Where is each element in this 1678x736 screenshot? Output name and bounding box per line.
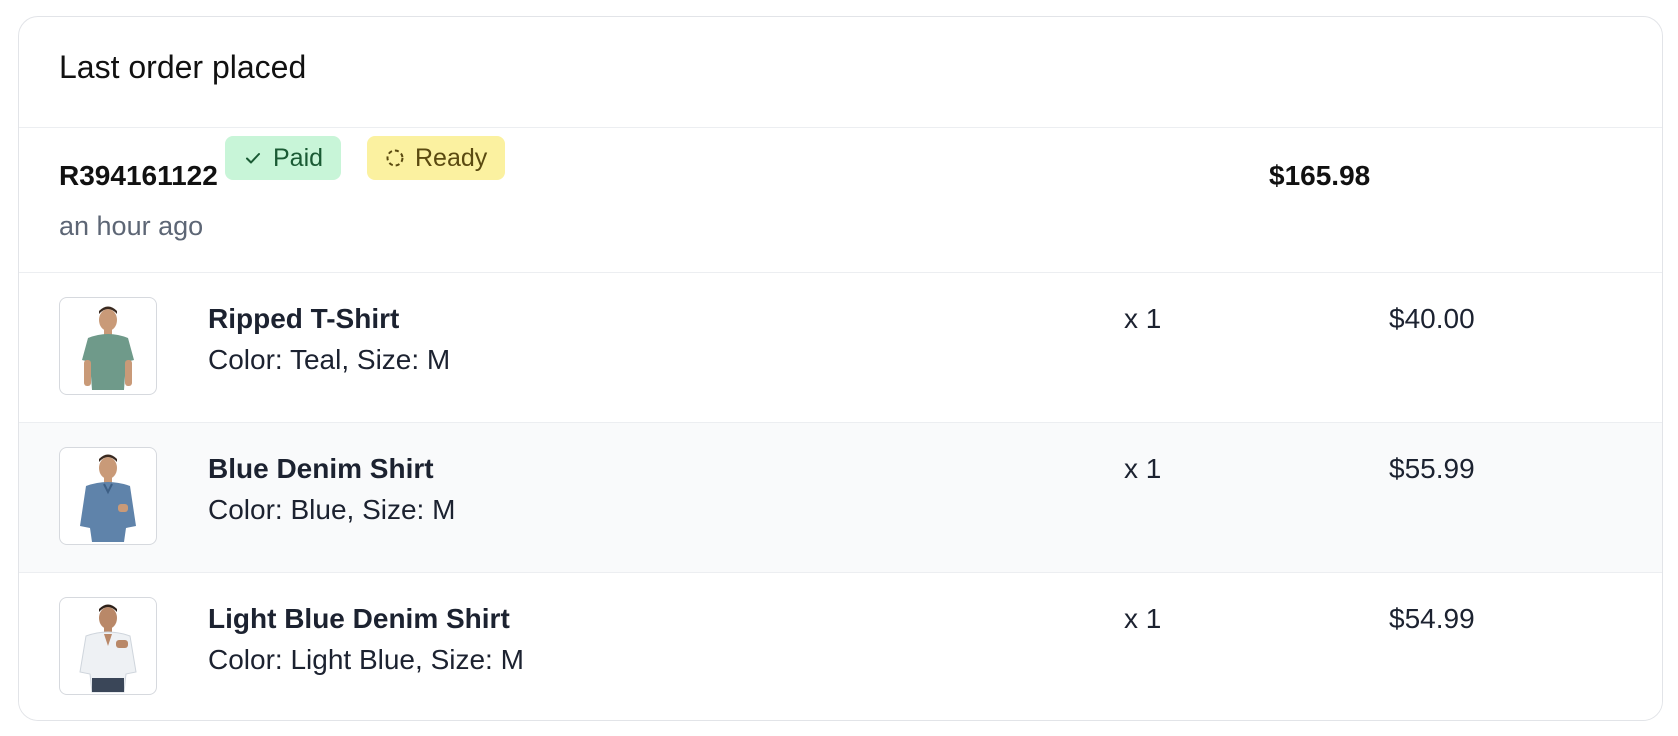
check-icon xyxy=(246,153,260,164)
item-price: $40.00 xyxy=(1389,303,1475,334)
person-in-shirt-icon xyxy=(79,604,137,693)
item-name[interactable]: Light Blue Denim Shirt xyxy=(208,603,510,635)
paid-badge-label: Paid xyxy=(273,143,324,172)
item-variant: Color: Blue, Size: M xyxy=(208,494,456,525)
order-item-row[interactable]: Blue Denim Shirt Color: Blue, Size: M x … xyxy=(19,423,1662,573)
item-variant: Color: Light Blue, Size: M xyxy=(208,644,524,675)
ready-status-badge: Ready xyxy=(367,136,506,180)
item-quantity: x 1 xyxy=(1124,603,1162,634)
order-item-row[interactable]: Light Blue Denim Shirt Color: Light Blue… xyxy=(19,573,1662,720)
order-time: an hour ago xyxy=(59,211,204,241)
product-thumbnail[interactable] xyxy=(59,447,157,545)
paid-status-badge: Paid xyxy=(225,136,342,180)
card-header: Last order placed xyxy=(19,17,1662,128)
order-total: $165.98 xyxy=(1269,160,1371,191)
item-name[interactable]: Ripped T-Shirt xyxy=(208,303,399,335)
item-price: $55.99 xyxy=(1389,453,1475,484)
card-title: Last order placed xyxy=(59,48,307,85)
order-item-row[interactable]: Ripped T-Shirt Color: Teal, Size: M x 1 … xyxy=(19,273,1662,423)
item-name[interactable]: Blue Denim Shirt xyxy=(208,453,434,485)
ready-badge-label: Ready xyxy=(415,143,488,172)
dashed-circle-icon xyxy=(386,149,404,167)
item-quantity: x 1 xyxy=(1124,303,1162,334)
order-id[interactable]: R394161122 xyxy=(59,160,218,192)
person-in-shirt-icon xyxy=(80,454,136,542)
item-price: $54.99 xyxy=(1389,603,1475,634)
product-thumbnail[interactable] xyxy=(59,297,157,395)
person-in-shirt-icon xyxy=(82,306,134,390)
item-variant: Color: Teal, Size: M xyxy=(208,344,451,375)
item-quantity: x 1 xyxy=(1124,453,1162,484)
product-thumbnail[interactable] xyxy=(59,597,157,695)
order-card: Last order placed R394161122 an hour ago… xyxy=(18,16,1663,721)
